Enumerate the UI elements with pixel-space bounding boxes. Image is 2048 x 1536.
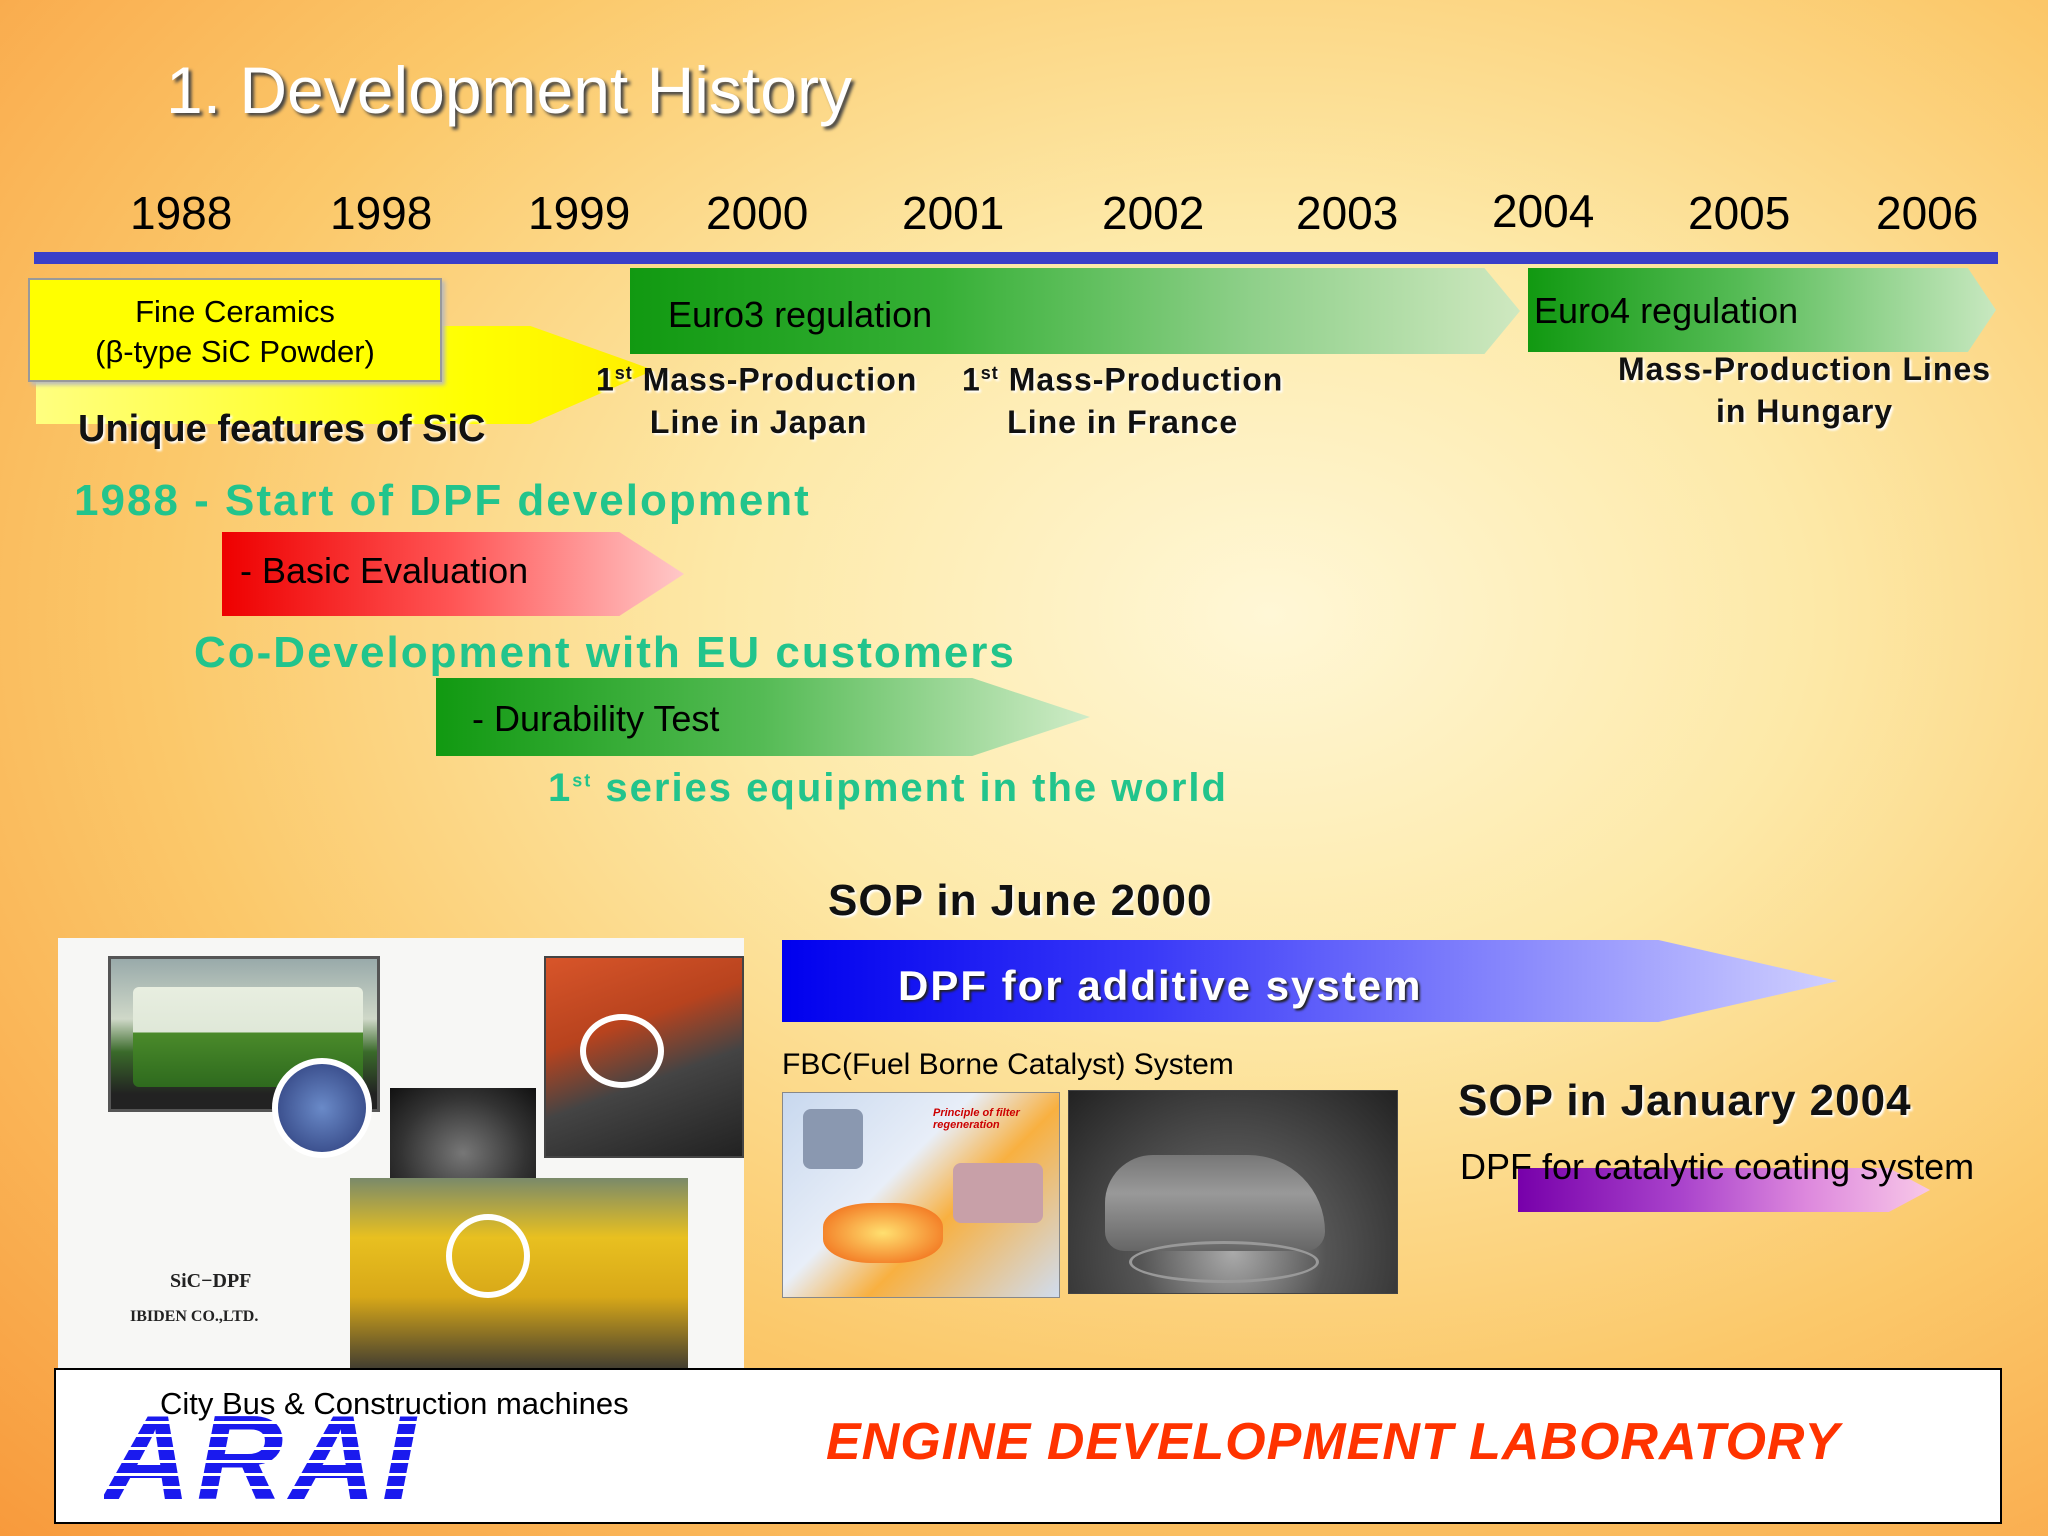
fine-ceramics-box: Fine Ceramics (β-type SiC Powder) [28, 278, 442, 382]
mp-france-prefix: 1 [962, 361, 981, 398]
car-photo [1068, 1090, 1398, 1294]
year-label: 2004 [1492, 185, 1595, 237]
mp-japan-prefix: 1 [596, 361, 615, 398]
fine-ceramics-line2: (β-type SiC Powder) [95, 334, 375, 369]
diagram-caption: Principle of filter regeneration [933, 1107, 1020, 1131]
dpf-start-text: 1988 - Start of DPF development [74, 476, 811, 525]
sop-june-2000: SOP in June 2000 [828, 876, 1213, 925]
sop-january-2004: SOP in January 2004 [1458, 1076, 1912, 1125]
unique-features-text: Unique features of SiC [78, 408, 486, 450]
fbc-system-text: FBC(Fuel Borne Catalyst) System [782, 1048, 1234, 1081]
year-label: 2006 [1876, 187, 1979, 239]
first-series-sup: st [572, 770, 593, 791]
mp-hungary-line2: in Hungary [1715, 393, 1894, 429]
year-label: 1999 [528, 187, 631, 239]
mp-hungary-line1: Mass-Production Lines [1618, 351, 1992, 387]
euro4-label: Euro4 regulation [1534, 290, 1799, 331]
turntable [1129, 1241, 1319, 1283]
year-label: 2000 [706, 187, 809, 239]
mass-production-france: 1st Mass-Production Line in France [962, 352, 1283, 443]
year-label: 1998 [330, 187, 433, 239]
forklift-filter-circle [580, 1014, 664, 1088]
year-label: 2001 [902, 187, 1005, 239]
sic-dpf-collage-image: SiC−DPF IBIDEN CO.,LTD. [58, 938, 744, 1378]
mass-production-japan: 1st Mass-Production Line in Japan [596, 352, 917, 443]
first-series-text: 1st series equipment in the world [548, 766, 1228, 811]
euro3-label: Euro3 regulation [668, 294, 933, 335]
year-label: 2002 [1102, 187, 1205, 239]
mp-france-line2: Line in France [1007, 403, 1239, 440]
first-series-label: series equipment in the world [592, 766, 1228, 810]
timeline-bar [34, 252, 1998, 264]
durability-label: - Durability Test [472, 698, 720, 739]
basic-evaluation-label: - Basic Evaluation [240, 550, 529, 591]
dpf-additive-label: DPF for additive system [898, 962, 1423, 1009]
mp-france-sup: st [980, 363, 999, 383]
mass-production-hungary: Mass-Production Lines in Hungary [1618, 348, 1991, 432]
year-label: 1988 [130, 187, 233, 239]
engine-development-laboratory: ENGINE DEVELOPMENT LABORATORY [826, 1413, 1841, 1471]
mp-japan-line2: Line in Japan [649, 403, 868, 440]
city-bus-caption: City Bus & Construction machines [160, 1386, 629, 1421]
first-series-prefix: 1 [548, 766, 573, 810]
diagram-engine [803, 1109, 863, 1169]
slide-title: 1. Development History [166, 53, 852, 127]
co-development-text: Co-Development with EU customers [194, 628, 1016, 677]
mp-japan-line1: Mass-Production [632, 361, 918, 398]
truck-filter-circle [446, 1214, 530, 1298]
dpf-catalytic-label: DPF for catalytic coating system [1460, 1146, 1975, 1187]
diagram-flame [823, 1203, 943, 1263]
mp-japan-sup: st [614, 363, 633, 383]
mp-france-line1: Mass-Production [998, 361, 1284, 398]
fine-ceramics-line1: Fine Ceramics [135, 294, 335, 329]
collage-caption-company: IBIDEN CO.,LTD. [130, 1308, 259, 1325]
collage-caption-product: SiC−DPF [170, 1270, 252, 1292]
fbc-diagram-image: Principle of filter regeneration [782, 1092, 1060, 1298]
year-label: 2005 [1688, 187, 1791, 239]
diagram-filter [953, 1163, 1043, 1223]
car-shape [1105, 1155, 1325, 1251]
year-label: 2003 [1296, 187, 1399, 239]
bus-filter-circle [272, 1058, 372, 1158]
